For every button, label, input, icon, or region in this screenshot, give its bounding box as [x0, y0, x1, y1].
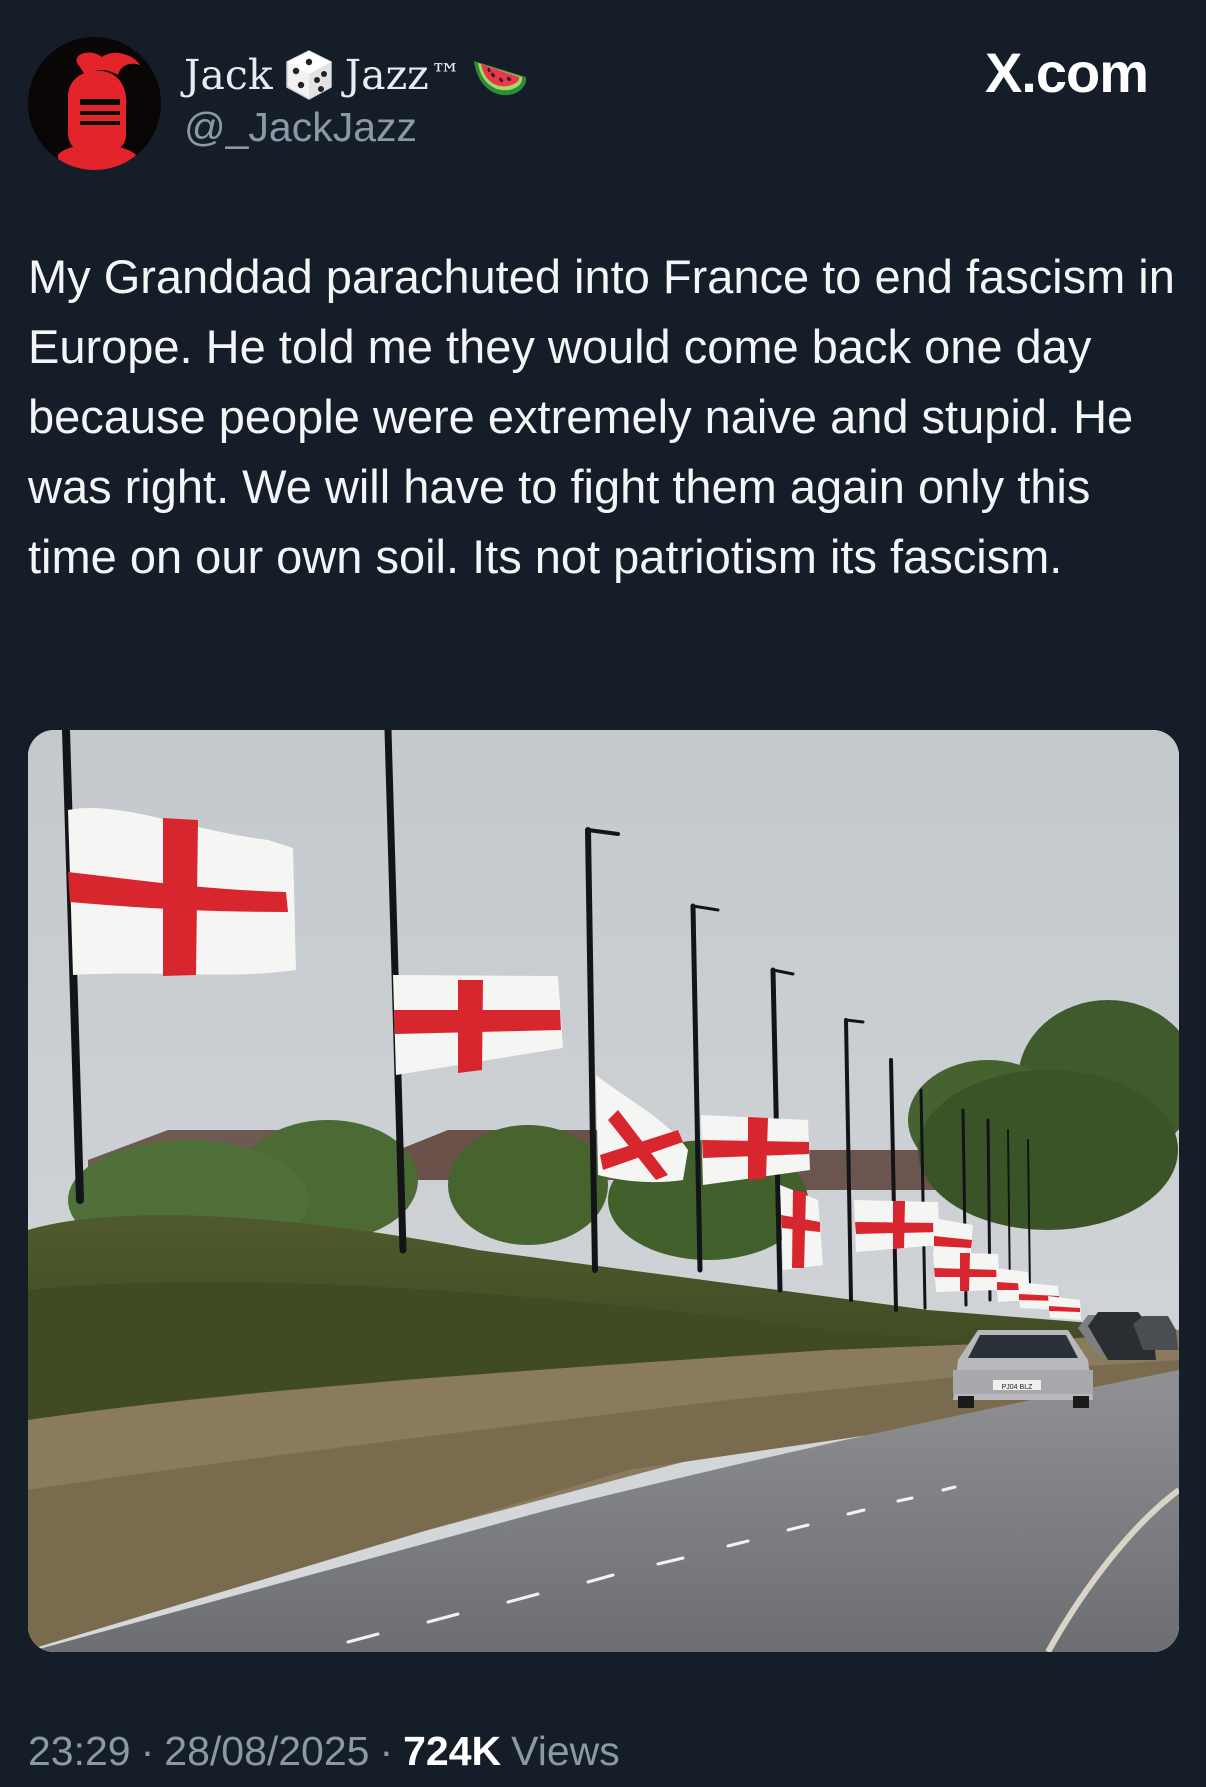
- flag-11: [1048, 1296, 1081, 1320]
- author-handle[interactable]: @_JackJazz: [184, 104, 417, 151]
- author-last-name: Jazz: [344, 51, 429, 99]
- flag-6: [854, 1200, 940, 1252]
- author-name[interactable]: Jack Jazz ™: [184, 44, 529, 106]
- views-label: Views: [511, 1727, 620, 1774]
- tweet-date[interactable]: 28/08/2025: [164, 1728, 369, 1775]
- tweet-photo[interactable]: PJ04 BLZ: [28, 730, 1179, 1652]
- tweet-text: My Granddad parachuted into France to en…: [28, 250, 1175, 583]
- author-first-name: Jack: [184, 51, 273, 99]
- meta-separator: ·: [379, 1727, 394, 1774]
- knight-helmet-icon: [28, 37, 161, 170]
- trademark-symbol: ™: [430, 57, 461, 93]
- watermelon-icon: [471, 51, 529, 99]
- tweet-header: Jack Jazz ™ @_JackJazz X.com: [0, 0, 1206, 180]
- car-lead: PJ04 BLZ: [953, 1330, 1093, 1408]
- views-count[interactable]: 724K: [403, 1728, 501, 1775]
- avatar[interactable]: [28, 37, 161, 170]
- tweet-time[interactable]: 23:29: [28, 1728, 131, 1775]
- meta-separator: ·: [140, 1727, 155, 1774]
- license-plate: PJ04 BLZ: [1002, 1384, 1033, 1391]
- flags-roadside-photo: PJ04 BLZ: [28, 730, 1179, 1652]
- brand-logo: X.com: [984, 41, 1149, 104]
- tweet-meta: 23:29 · 28/08/2025 · 724K Views: [28, 1720, 620, 1782]
- flag-8: [933, 1252, 1000, 1292]
- dice-icon: [281, 47, 337, 103]
